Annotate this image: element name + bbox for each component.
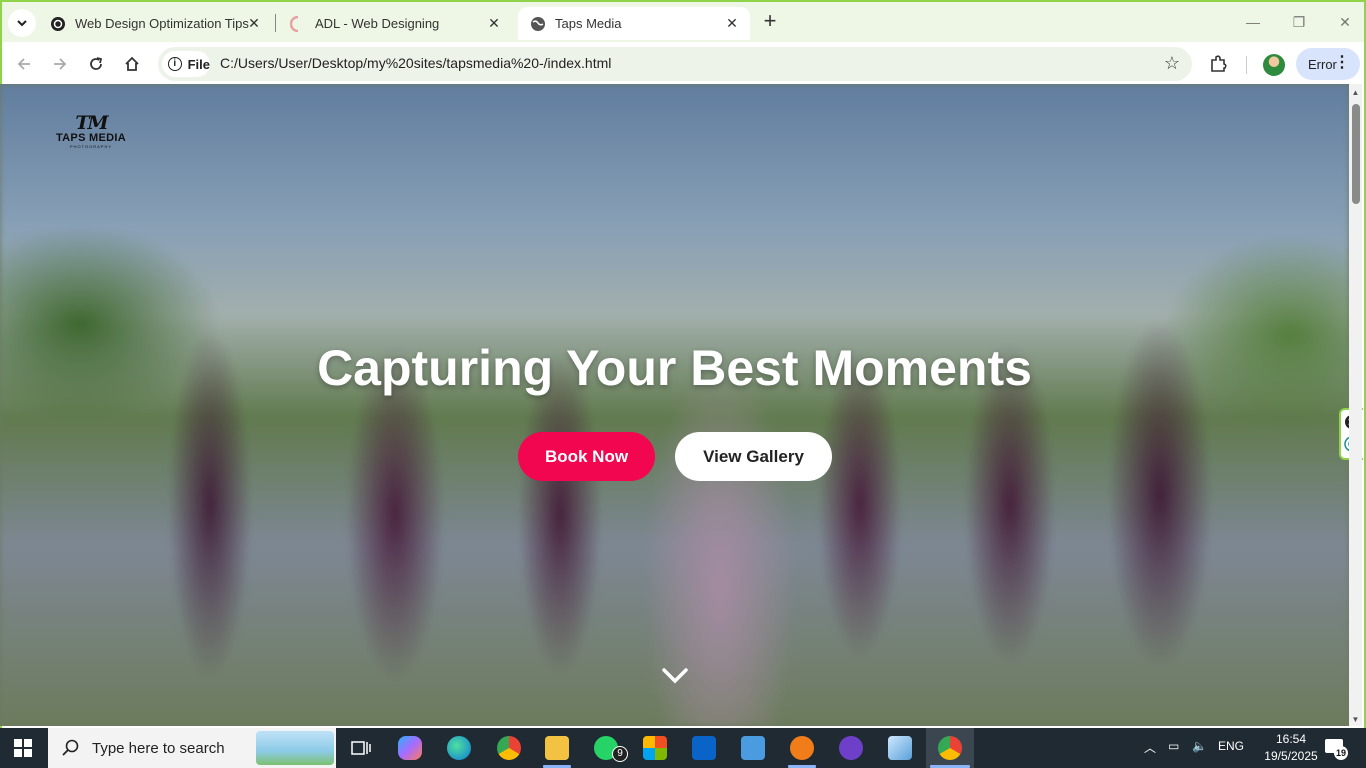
notification-count: 19 xyxy=(1334,746,1348,760)
close-icon[interactable]: ✕ xyxy=(486,15,502,31)
site-info-label: File xyxy=(187,56,210,72)
bookmark-star-icon[interactable]: ☆ xyxy=(1164,53,1180,74)
search-highlight-image xyxy=(256,731,334,765)
file-explorer-icon[interactable] xyxy=(545,736,569,760)
github-icon[interactable] xyxy=(839,736,863,760)
browser-toolbar: i File C:/Users/User/Desktop/my%20sites/… xyxy=(2,42,1364,86)
back-button[interactable] xyxy=(12,52,36,76)
chrome-active-icon[interactable] xyxy=(938,736,962,760)
battery-icon[interactable]: ▭ xyxy=(1168,739,1179,753)
microsoft-store-icon[interactable] xyxy=(643,736,667,760)
logo-name: TAPS MEDIA xyxy=(55,132,127,144)
language-indicator[interactable]: ENG xyxy=(1218,739,1244,753)
windows-start-icon[interactable] xyxy=(14,739,32,757)
taskbar: Type here to search 9 ︿ ▭ 🔈 ENG 16:54 19… xyxy=(0,728,1366,768)
whatsapp-badge: 9 xyxy=(612,746,628,762)
logo-mark: TM xyxy=(75,112,108,134)
copilot-icon[interactable] xyxy=(398,736,422,760)
scroll-down-arrow[interactable]: ▼ xyxy=(1351,715,1360,724)
tab-search-button[interactable] xyxy=(8,9,36,37)
close-window-button[interactable]: ✕ xyxy=(1330,10,1360,34)
site-logo[interactable]: TM TAPS MEDIA PHOTOGRAPHY xyxy=(50,112,132,156)
tab-adl-web-designing[interactable]: ADL - Web Designing ✕ xyxy=(278,7,512,40)
close-icon[interactable]: ✕ xyxy=(724,15,740,31)
scroll-up-arrow[interactable]: ▲ xyxy=(1351,88,1360,97)
logo-subtitle: PHOTOGRAPHY xyxy=(69,144,113,149)
hero-title: Capturing Your Best Moments xyxy=(317,340,1032,396)
hero-overlay xyxy=(0,84,1349,726)
tab-title: Web Design Optimization Tips xyxy=(75,16,249,31)
loading-icon xyxy=(290,15,299,32)
address-bar[interactable]: i File C:/Users/User/Desktop/my%20sites/… xyxy=(158,47,1192,81)
notifications-button[interactable]: 19 xyxy=(1324,738,1348,760)
page-viewport: TM TAPS MEDIA PHOTOGRAPHY Capturing Your… xyxy=(0,84,1349,726)
outlook-icon[interactable] xyxy=(692,736,716,760)
error-label: Error xyxy=(1308,56,1337,72)
home-button[interactable] xyxy=(120,52,144,76)
extensions-icon[interactable] xyxy=(1208,53,1230,75)
tab-strip: Web Design Optimization Tips ✕ ADL - Web… xyxy=(2,2,1364,42)
profile-avatar[interactable] xyxy=(1263,54,1285,76)
search-placeholder: Type here to search xyxy=(92,739,225,757)
openai-icon xyxy=(51,16,65,31)
tab-divider xyxy=(275,14,276,32)
close-icon[interactable]: ✕ xyxy=(246,15,262,31)
clock-time: 16:54 xyxy=(1275,732,1307,746)
tab-title: ADL - Web Designing xyxy=(315,16,440,31)
volume-icon[interactable]: 🔈 xyxy=(1192,739,1207,753)
error-button[interactable]: Error ⋮ xyxy=(1296,48,1360,80)
media-player-icon[interactable] xyxy=(741,736,765,760)
arrow-left-icon xyxy=(17,58,30,70)
view-gallery-button[interactable]: View Gallery xyxy=(675,432,832,481)
reload-icon xyxy=(90,57,103,70)
clock[interactable]: 16:54 19/5/2025 xyxy=(1263,731,1319,765)
page-scrollbar[interactable]: ▲ ▼ xyxy=(1349,84,1362,726)
notepad-icon[interactable] xyxy=(888,736,912,760)
arrow-right-icon xyxy=(54,58,67,70)
tab-web-design-tips[interactable]: Web Design Optimization Tips ✕ xyxy=(38,7,272,40)
book-now-button[interactable]: Book Now xyxy=(518,432,655,481)
new-tab-button[interactable]: + xyxy=(758,10,782,34)
chevron-down-icon xyxy=(17,20,27,27)
more-menu-icon[interactable]: ⋮ xyxy=(1334,54,1350,72)
fl-studio-icon[interactable] xyxy=(790,736,814,760)
forward-button[interactable] xyxy=(48,52,72,76)
edge-icon[interactable] xyxy=(447,736,471,760)
scrollbar-thumb[interactable] xyxy=(1352,104,1360,204)
home-icon xyxy=(125,56,139,71)
url-text[interactable]: C:/Users/User/Desktop/my%20sites/tapsmed… xyxy=(220,55,611,71)
tab-title: Taps Media xyxy=(555,16,622,31)
chevron-up-icon[interactable]: ︿ xyxy=(1144,739,1156,756)
task-view-icon[interactable] xyxy=(349,736,373,760)
toolbar-divider xyxy=(1246,56,1247,74)
tab-taps-media[interactable]: Taps Media ✕ xyxy=(518,7,750,40)
taskbar-search[interactable]: Type here to search xyxy=(48,728,336,768)
globe-icon xyxy=(531,16,545,31)
site-info-chip[interactable]: i File xyxy=(162,51,210,77)
clock-date: 19/5/2025 xyxy=(1264,749,1318,763)
info-icon: i xyxy=(168,57,182,71)
chrome-icon[interactable] xyxy=(497,736,521,760)
chevron-down-icon[interactable] xyxy=(660,664,690,688)
restore-button[interactable]: ❐ xyxy=(1284,10,1314,34)
minimize-button[interactable]: — xyxy=(1238,10,1268,34)
search-icon xyxy=(62,739,79,756)
reload-button[interactable] xyxy=(84,52,108,76)
